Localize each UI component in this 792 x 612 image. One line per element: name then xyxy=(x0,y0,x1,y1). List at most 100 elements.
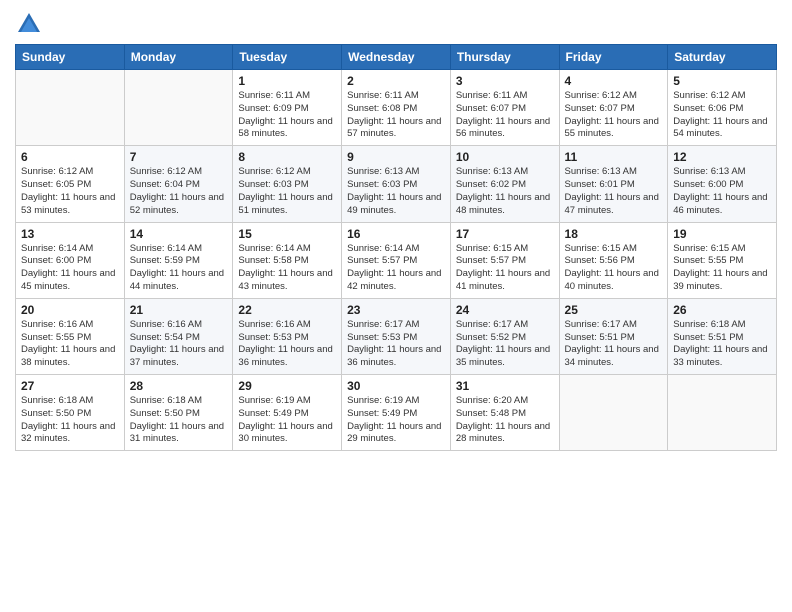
day-cell: 14 Sunrise: 6:14 AM Sunset: 5:59 PM Dayli… xyxy=(124,222,233,298)
day-number: 3 xyxy=(456,74,554,88)
week-row-2: 6 Sunrise: 6:12 AM Sunset: 6:05 PM Daylig… xyxy=(16,146,777,222)
calendar-table: SundayMondayTuesdayWednesdayThursdayFrid… xyxy=(15,44,777,451)
day-cell: 11 Sunrise: 6:13 AM Sunset: 6:01 PM Dayli… xyxy=(559,146,668,222)
day-info: Sunrise: 6:12 AM Sunset: 6:04 PM Dayligh… xyxy=(130,166,228,217)
day-cell: 12 Sunrise: 6:13 AM Sunset: 6:00 PM Dayli… xyxy=(668,146,777,222)
day-cell: 27Sunrise: 6:18 AM Sunset: 5:50 PM Dayli… xyxy=(16,375,125,451)
weekday-header-row: SundayMondayTuesdayWednesdayThursdayFrid… xyxy=(16,45,777,70)
day-info: Sunrise: 6:15 AM Sunset: 5:56 PM Dayligh… xyxy=(565,243,663,294)
day-cell xyxy=(559,375,668,451)
day-cell: 22 Sunrise: 6:16 AM Sunset: 5:53 PM Dayli… xyxy=(233,298,342,374)
day-info: Sunrise: 6:13 AM Sunset: 6:03 PM Dayligh… xyxy=(347,166,445,217)
logo xyxy=(15,10,47,38)
day-cell: 4Sunrise: 6:12 AM Sunset: 6:07 PM Daylig… xyxy=(559,70,668,146)
day-number: 19 xyxy=(673,227,771,241)
day-number: 8 xyxy=(238,150,336,164)
day-number: 10 xyxy=(456,150,554,164)
day-number: 13 xyxy=(21,227,119,241)
day-cell xyxy=(16,70,125,146)
day-info: Sunrise: 6:12 AM Sunset: 6:06 PM Dayligh… xyxy=(673,90,771,141)
day-info: Sunrise: 6:12 AM Sunset: 6:03 PM Dayligh… xyxy=(238,166,336,217)
day-cell xyxy=(668,375,777,451)
week-row-4: 20 Sunrise: 6:16 AM Sunset: 5:55 PM Dayli… xyxy=(16,298,777,374)
day-cell: 23Sunrise: 6:17 AM Sunset: 5:53 PM Dayli… xyxy=(342,298,451,374)
day-info: Sunrise: 6:16 AM Sunset: 5:53 PM Dayligh… xyxy=(238,319,336,370)
logo-icon xyxy=(15,10,43,38)
week-row-3: 13Sunrise: 6:14 AM Sunset: 6:00 PM Dayli… xyxy=(16,222,777,298)
day-cell: 8 Sunrise: 6:12 AM Sunset: 6:03 PM Daylig… xyxy=(233,146,342,222)
weekday-header-wednesday: Wednesday xyxy=(342,45,451,70)
day-info: Sunrise: 6:20 AM Sunset: 5:48 PM Dayligh… xyxy=(456,395,554,446)
calendar-page: SundayMondayTuesdayWednesdayThursdayFrid… xyxy=(0,0,792,612)
day-info: Sunrise: 6:12 AM Sunset: 6:05 PM Dayligh… xyxy=(21,166,119,217)
day-info: Sunrise: 6:14 AM Sunset: 5:57 PM Dayligh… xyxy=(347,243,445,294)
day-cell: 17 Sunrise: 6:15 AM Sunset: 5:57 PM Dayli… xyxy=(450,222,559,298)
day-cell: 28Sunrise: 6:18 AM Sunset: 5:50 PM Dayli… xyxy=(124,375,233,451)
day-number: 20 xyxy=(21,303,119,317)
day-number: 17 xyxy=(456,227,554,241)
weekday-header-monday: Monday xyxy=(124,45,233,70)
day-number: 31 xyxy=(456,379,554,393)
day-info: Sunrise: 6:11 AM Sunset: 6:09 PM Dayligh… xyxy=(238,90,336,141)
day-info: Sunrise: 6:15 AM Sunset: 5:55 PM Dayligh… xyxy=(673,243,771,294)
day-cell: 5 Sunrise: 6:12 AM Sunset: 6:06 PM Daylig… xyxy=(668,70,777,146)
day-info: Sunrise: 6:16 AM Sunset: 5:54 PM Dayligh… xyxy=(130,319,228,370)
day-cell: 21 Sunrise: 6:16 AM Sunset: 5:54 PM Dayli… xyxy=(124,298,233,374)
day-info: Sunrise: 6:19 AM Sunset: 5:49 PM Dayligh… xyxy=(347,395,445,446)
day-cell: 18 Sunrise: 6:15 AM Sunset: 5:56 PM Dayli… xyxy=(559,222,668,298)
day-cell: 19 Sunrise: 6:15 AM Sunset: 5:55 PM Dayli… xyxy=(668,222,777,298)
day-cell: 29Sunrise: 6:19 AM Sunset: 5:49 PM Dayli… xyxy=(233,375,342,451)
day-cell: 26 Sunrise: 6:18 AM Sunset: 5:51 PM Dayli… xyxy=(668,298,777,374)
day-info: Sunrise: 6:17 AM Sunset: 5:53 PM Dayligh… xyxy=(347,319,445,370)
day-info: Sunrise: 6:13 AM Sunset: 6:02 PM Dayligh… xyxy=(456,166,554,217)
day-info: Sunrise: 6:16 AM Sunset: 5:55 PM Dayligh… xyxy=(21,319,119,370)
day-number: 21 xyxy=(130,303,228,317)
day-number: 22 xyxy=(238,303,336,317)
day-info: Sunrise: 6:14 AM Sunset: 5:59 PM Dayligh… xyxy=(130,243,228,294)
day-cell: 16 Sunrise: 6:14 AM Sunset: 5:57 PM Dayli… xyxy=(342,222,451,298)
day-number: 9 xyxy=(347,150,445,164)
day-number: 30 xyxy=(347,379,445,393)
day-cell xyxy=(124,70,233,146)
week-row-1: 1 Sunrise: 6:11 AM Sunset: 6:09 PM Daylig… xyxy=(16,70,777,146)
weekday-header-saturday: Saturday xyxy=(668,45,777,70)
day-number: 7 xyxy=(130,150,228,164)
day-cell: 3Sunrise: 6:11 AM Sunset: 6:07 PM Daylig… xyxy=(450,70,559,146)
day-number: 25 xyxy=(565,303,663,317)
day-number: 11 xyxy=(565,150,663,164)
day-number: 12 xyxy=(673,150,771,164)
day-info: Sunrise: 6:13 AM Sunset: 6:01 PM Dayligh… xyxy=(565,166,663,217)
day-cell: 15 Sunrise: 6:14 AM Sunset: 5:58 PM Dayli… xyxy=(233,222,342,298)
weekday-header-friday: Friday xyxy=(559,45,668,70)
day-cell: 25Sunrise: 6:17 AM Sunset: 5:51 PM Dayli… xyxy=(559,298,668,374)
header xyxy=(15,10,777,38)
day-number: 29 xyxy=(238,379,336,393)
weekday-header-tuesday: Tuesday xyxy=(233,45,342,70)
day-cell: 10 Sunrise: 6:13 AM Sunset: 6:02 PM Dayli… xyxy=(450,146,559,222)
day-number: 5 xyxy=(673,74,771,88)
day-number: 16 xyxy=(347,227,445,241)
day-cell: 7 Sunrise: 6:12 AM Sunset: 6:04 PM Daylig… xyxy=(124,146,233,222)
day-info: Sunrise: 6:11 AM Sunset: 6:08 PM Dayligh… xyxy=(347,90,445,141)
day-cell: 24Sunrise: 6:17 AM Sunset: 5:52 PM Dayli… xyxy=(450,298,559,374)
day-info: Sunrise: 6:18 AM Sunset: 5:50 PM Dayligh… xyxy=(130,395,228,446)
day-number: 14 xyxy=(130,227,228,241)
day-cell: 2 Sunrise: 6:11 AM Sunset: 6:08 PM Daylig… xyxy=(342,70,451,146)
day-number: 2 xyxy=(347,74,445,88)
day-number: 18 xyxy=(565,227,663,241)
day-cell: 9 Sunrise: 6:13 AM Sunset: 6:03 PM Daylig… xyxy=(342,146,451,222)
day-number: 26 xyxy=(673,303,771,317)
day-cell: 20 Sunrise: 6:16 AM Sunset: 5:55 PM Dayli… xyxy=(16,298,125,374)
day-cell: 13Sunrise: 6:14 AM Sunset: 6:00 PM Dayli… xyxy=(16,222,125,298)
day-info: Sunrise: 6:18 AM Sunset: 5:51 PM Dayligh… xyxy=(673,319,771,370)
day-number: 15 xyxy=(238,227,336,241)
day-cell: 6 Sunrise: 6:12 AM Sunset: 6:05 PM Daylig… xyxy=(16,146,125,222)
day-info: Sunrise: 6:15 AM Sunset: 5:57 PM Dayligh… xyxy=(456,243,554,294)
day-number: 6 xyxy=(21,150,119,164)
day-number: 1 xyxy=(238,74,336,88)
day-number: 24 xyxy=(456,303,554,317)
day-info: Sunrise: 6:18 AM Sunset: 5:50 PM Dayligh… xyxy=(21,395,119,446)
day-info: Sunrise: 6:14 AM Sunset: 5:58 PM Dayligh… xyxy=(238,243,336,294)
day-cell: 31 Sunrise: 6:20 AM Sunset: 5:48 PM Dayli… xyxy=(450,375,559,451)
day-info: Sunrise: 6:13 AM Sunset: 6:00 PM Dayligh… xyxy=(673,166,771,217)
